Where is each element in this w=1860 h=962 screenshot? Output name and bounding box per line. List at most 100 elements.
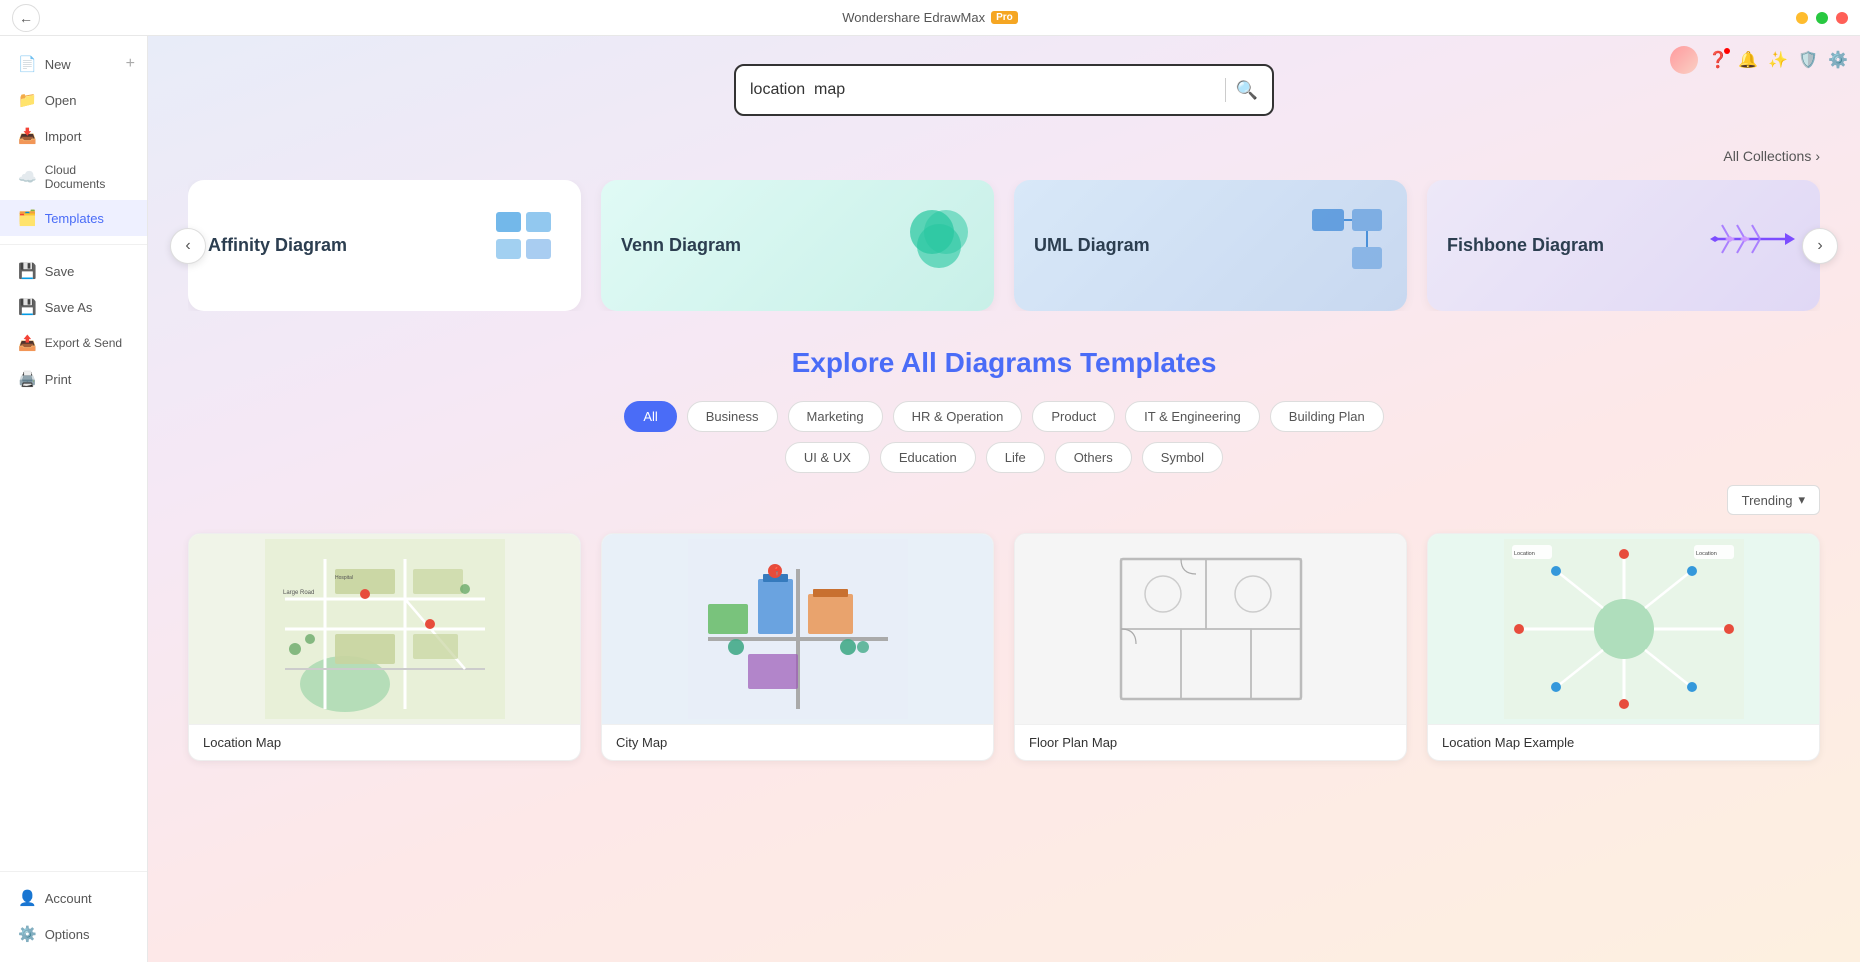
sidebar-item-print-label: Print	[45, 372, 72, 387]
options-icon: ⚙️	[18, 925, 37, 943]
search-button[interactable]: 🔍	[1236, 80, 1258, 101]
trending-label: Trending	[1742, 493, 1793, 508]
explore-title: Explore All Diagrams Templates	[188, 347, 1820, 379]
fishbone-title: Fishbone Diagram	[1447, 234, 1604, 257]
bell-icon[interactable]: 🔔	[1738, 50, 1758, 70]
filter-education[interactable]: Education	[880, 442, 976, 473]
sidebar-item-open[interactable]: 📁 Open	[0, 82, 147, 118]
export-icon: 📤	[18, 334, 37, 352]
uml-icon	[1307, 204, 1387, 287]
sidebar-item-open-label: Open	[45, 93, 77, 108]
trending-dropdown[interactable]: Trending ▾	[1727, 485, 1820, 515]
svg-text:Hospital: Hospital	[335, 575, 353, 581]
all-collections-arrow: ›	[1815, 148, 1820, 164]
affinity-icon	[491, 204, 561, 287]
filter-business[interactable]: Business	[687, 401, 778, 432]
import-icon: 📥	[18, 127, 37, 145]
filter-symbol[interactable]: Symbol	[1142, 442, 1223, 473]
back-button[interactable]: ←	[12, 4, 40, 32]
explore-colored-text: All Diagrams Templates	[901, 347, 1216, 378]
template-card-4-label: Location Map Example	[1428, 724, 1819, 760]
sidebar-item-print[interactable]: 🖨️ Print	[0, 361, 147, 397]
templates-icon: 🗂️	[18, 209, 37, 227]
template-card-1-label: Location Map	[189, 724, 580, 760]
filter-hr[interactable]: HR & Operation	[893, 401, 1023, 432]
filter-ui[interactable]: UI & UX	[785, 442, 870, 473]
search-input[interactable]	[750, 81, 1215, 99]
pro-badge: Pro	[991, 11, 1018, 24]
save-as-icon: 💾	[18, 298, 37, 316]
sidebar-item-account[interactable]: 👤 Account	[0, 880, 147, 916]
venn-icon	[904, 204, 974, 287]
sidebar-item-save[interactable]: 💾 Save	[0, 253, 147, 289]
template-card-3[interactable]: Floor Plan Map	[1014, 533, 1407, 761]
svg-text:Location: Location	[1514, 551, 1535, 557]
template-card-2[interactable]: 📍 City Map	[601, 533, 994, 761]
carousel-prev-button[interactable]: ‹	[170, 228, 206, 264]
cloud-icon: ☁️	[18, 168, 37, 186]
carousel-card-venn[interactable]: Venn Diagram	[601, 180, 994, 311]
carousel-card-fishbone[interactable]: Fishbone Diagram	[1427, 180, 1820, 311]
minimize-button[interactable]	[1796, 12, 1808, 24]
sidebar-item-export[interactable]: 📤 Export & Send	[0, 325, 147, 361]
sidebar-item-export-label: Export & Send	[45, 336, 122, 350]
search-container: 🔍	[188, 64, 1820, 116]
print-icon: 🖨️	[18, 370, 37, 388]
template-card-1[interactable]: Large Road Hospital Location Map	[188, 533, 581, 761]
sidebar-item-import[interactable]: 📥 Import	[0, 118, 147, 154]
filter-tags-row2: UI & UX Education Life Others Symbol	[188, 442, 1820, 473]
sidebar-item-options[interactable]: ⚙️ Options	[0, 916, 147, 952]
filter-tags-row1: All Business Marketing HR & Operation Pr…	[188, 401, 1820, 432]
shield-icon[interactable]: 🛡️	[1798, 50, 1818, 70]
chevron-down-icon: ▾	[1798, 492, 1805, 508]
sidebar-item-templates-label: Templates	[45, 211, 104, 226]
account-icon: 👤	[18, 889, 37, 907]
app-container: 📄 New + 📁 Open 📥 Import ☁️ Cloud Documen…	[0, 36, 1860, 962]
carousel-container: ‹ Affinity Diagram	[188, 180, 1820, 311]
filter-building[interactable]: Building Plan	[1270, 401, 1384, 432]
filter-marketing[interactable]: Marketing	[788, 401, 883, 432]
filter-product[interactable]: Product	[1032, 401, 1115, 432]
settings-icon[interactable]: ⚙️	[1828, 50, 1848, 70]
right-toolbar: ❓ 🔔 ✨ 🛡️ ⚙️	[1670, 46, 1848, 74]
sidebar-item-account-label: Account	[45, 891, 92, 906]
carousel-card-affinity[interactable]: Affinity Diagram	[188, 180, 581, 311]
all-collections-link[interactable]: All Collections ›	[188, 148, 1820, 164]
template-card-2-image: 📍	[602, 534, 993, 724]
app-title: Wondershare EdrawMax Pro	[842, 10, 1018, 25]
filter-others[interactable]: Others	[1055, 442, 1132, 473]
template-grid: Large Road Hospital Location Map	[188, 533, 1820, 761]
sidebar-bottom: 👤 Account ⚙️ Options	[0, 871, 147, 952]
close-button[interactable]	[1836, 12, 1848, 24]
template-card-2-label: City Map	[602, 724, 993, 760]
user-avatar[interactable]	[1670, 46, 1698, 74]
search-divider	[1225, 78, 1226, 102]
carousel-next-button[interactable]: ›	[1802, 228, 1838, 264]
plus-icon: +	[126, 55, 135, 73]
svg-text:📍: 📍	[772, 566, 782, 576]
sparkle-icon[interactable]: ✨	[1768, 50, 1788, 70]
svg-text:Location: Location	[1696, 551, 1717, 557]
help-icon[interactable]: ❓	[1708, 50, 1728, 70]
notification-dot	[1724, 48, 1730, 54]
template-card-4[interactable]: Location Location Location Map Example	[1427, 533, 1820, 761]
template-card-3-image	[1015, 534, 1406, 724]
sidebar-item-save-as[interactable]: 💾 Save As	[0, 289, 147, 325]
carousel-card-uml[interactable]: UML Diagram	[1014, 180, 1407, 311]
filter-life[interactable]: Life	[986, 442, 1045, 473]
maximize-button[interactable]	[1816, 12, 1828, 24]
save-icon: 💾	[18, 262, 37, 280]
template-card-3-label: Floor Plan Map	[1015, 724, 1406, 760]
filter-all[interactable]: All	[624, 401, 676, 432]
sidebar-item-cloud-label: Cloud Documents	[45, 163, 129, 191]
sidebar-item-new[interactable]: 📄 New +	[0, 46, 147, 82]
uml-title: UML Diagram	[1034, 234, 1150, 257]
window-controls	[1796, 12, 1848, 24]
filter-it[interactable]: IT & Engineering	[1125, 401, 1260, 432]
sidebar-item-templates[interactable]: 🗂️ Templates	[0, 200, 147, 236]
sidebar: 📄 New + 📁 Open 📥 Import ☁️ Cloud Documen…	[0, 36, 148, 962]
template-card-4-image: Location Location	[1428, 534, 1819, 724]
sidebar-item-cloud[interactable]: ☁️ Cloud Documents	[0, 154, 147, 200]
new-icon: 📄	[18, 55, 37, 73]
title-bar: ← Wondershare EdrawMax Pro	[0, 0, 1860, 36]
